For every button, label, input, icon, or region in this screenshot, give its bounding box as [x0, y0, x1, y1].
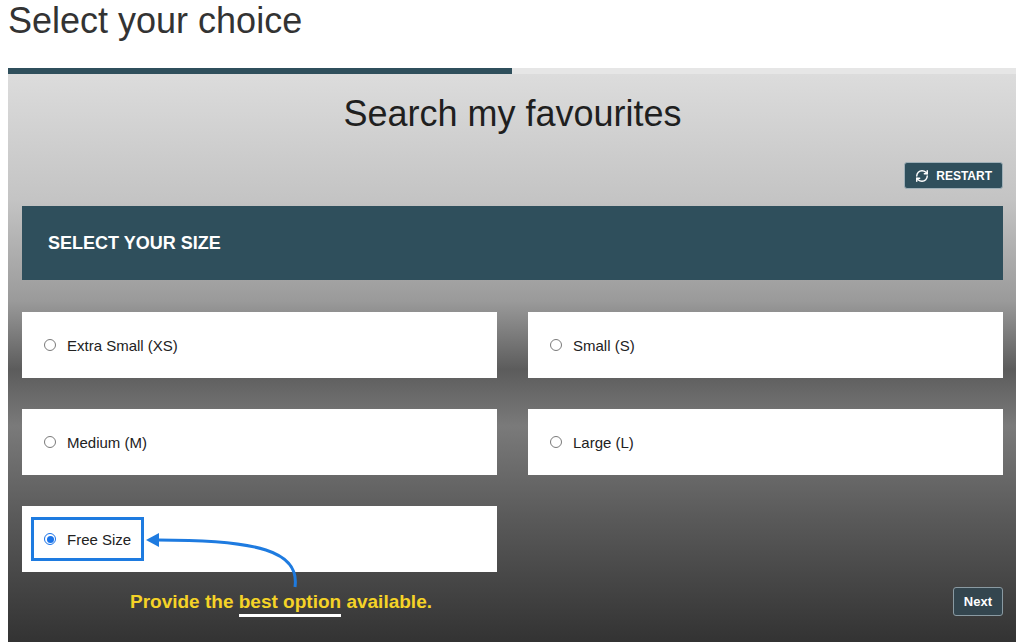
option-text: Small (S) — [573, 337, 635, 354]
radio-dot — [47, 536, 54, 543]
size-option-label[interactable]: Small (S) — [537, 323, 648, 367]
radio-button[interactable] — [44, 436, 56, 448]
size-option-label[interactable]: Large (L) — [537, 420, 647, 464]
page: Select your choice Search my favourites RE… — [0, 0, 1024, 642]
radio-button[interactable] — [44, 533, 56, 545]
next-button[interactable]: Next — [953, 587, 1003, 616]
refresh-icon — [915, 169, 929, 183]
option-text: Medium (M) — [67, 434, 147, 451]
radio-button[interactable] — [550, 436, 562, 448]
panel-title: Search my favourites — [22, 92, 1003, 136]
restart-button[interactable]: RESTART — [904, 162, 1003, 189]
annotation-arrow-icon — [138, 529, 308, 591]
option-text: Extra Small (XS) — [67, 337, 178, 354]
option-text: Free Size — [67, 531, 131, 548]
size-option: Medium (M) — [22, 409, 497, 475]
panel-footer: Provide the best option available. Next — [22, 586, 1003, 617]
size-option-label[interactable]: Extra Small (XS) — [31, 323, 191, 367]
size-option: Large (L) — [528, 409, 1003, 475]
size-option-label[interactable]: Free Size — [31, 517, 144, 561]
radio-button[interactable] — [44, 339, 56, 351]
search-panel: Search my favourites RESTART SELECT YOUR S… — [8, 74, 1016, 642]
radio-button[interactable] — [550, 339, 562, 351]
page-heading: Select your choice — [0, 0, 1024, 68]
size-option-label[interactable]: Medium (M) — [31, 420, 160, 464]
section-header: SELECT YOUR SIZE — [22, 206, 1003, 280]
option-text: Large (L) — [573, 434, 634, 451]
size-option: Small (S) — [528, 312, 1003, 378]
restart-row: RESTART — [22, 162, 1003, 189]
size-option: Extra Small (XS) — [22, 312, 497, 378]
size-option: Free Size — [22, 506, 497, 572]
options-grid: Extra Small (XS) Small (S) Medium (M) Large… — [22, 312, 1003, 572]
annotation-text: Provide the best option available. — [22, 591, 432, 613]
